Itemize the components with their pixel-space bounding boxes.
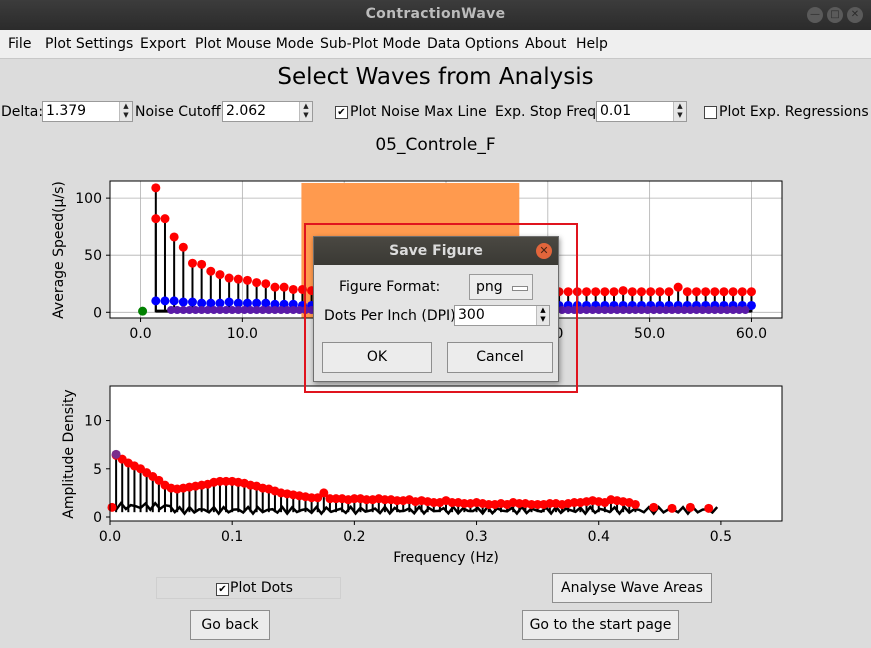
x-tick-label: 0.0	[99, 529, 121, 545]
figure-format-value: png	[476, 279, 503, 295]
save-figure-dialog: Save Figure ✕ Figure Format: png Dots Pe…	[313, 236, 559, 382]
start-page-button[interactable]: Go to the start page	[522, 610, 679, 640]
max-point	[630, 499, 640, 509]
min-point	[160, 296, 170, 306]
bottom-plot-x-ticks: 0.0 0.1 0.2 0.3 0.4 0.5	[99, 521, 732, 545]
option-menu-icon	[512, 286, 528, 291]
max-point	[618, 286, 628, 296]
bottom-plot-xlabel: Frequency (Hz)	[393, 550, 499, 566]
max-point	[197, 259, 207, 269]
edge-point	[107, 502, 117, 512]
max-point	[627, 287, 637, 297]
max-point	[682, 287, 692, 297]
max-point	[242, 275, 252, 285]
y-tick-label: 0	[93, 510, 102, 526]
max-point	[609, 287, 619, 297]
min-point	[224, 297, 234, 307]
max-point	[215, 270, 225, 280]
min-point	[187, 297, 197, 307]
max-point	[270, 282, 280, 292]
max-point	[591, 287, 601, 297]
max-point	[178, 242, 188, 252]
max-point	[728, 287, 738, 297]
max-point	[704, 503, 714, 513]
x-tick-label: 0.0	[129, 326, 151, 342]
go-back-button[interactable]: Go back	[190, 610, 270, 640]
max-point	[673, 282, 683, 292]
max-point	[160, 214, 170, 224]
max-point	[655, 287, 665, 297]
dpi-value: 300	[458, 307, 485, 323]
min-point	[151, 296, 161, 306]
bottom-plot-y-ticks: 0 5 10	[84, 414, 110, 526]
dpi-label: Dots Per Inch (DPI):	[324, 308, 461, 324]
max-point	[600, 287, 610, 297]
dpi-spinbox[interactable]: 300 ▲ ▼	[454, 305, 550, 326]
spin-arrows-icon[interactable]: ▲ ▼	[536, 306, 549, 325]
plot-dots-label: Plot Dots	[230, 580, 293, 596]
max-point	[685, 502, 695, 512]
max-point	[233, 274, 243, 284]
cancel-button[interactable]: Cancel	[447, 342, 553, 373]
bottom-plot-ylabel: Amplitude Density	[61, 389, 77, 518]
top-plot-ylabel: Average Speed(µ/s)	[51, 181, 67, 319]
max-point	[719, 287, 729, 297]
first-point	[111, 449, 121, 459]
max-point	[206, 266, 216, 276]
dialog-titlebar: Save Figure ✕	[314, 237, 558, 265]
max-point	[664, 287, 674, 297]
ok-button[interactable]: OK	[322, 342, 432, 373]
x-tick-label: 0.3	[465, 529, 487, 545]
top-plot-first-point	[138, 306, 148, 316]
y-tick-label: 10	[84, 414, 102, 430]
max-point	[252, 278, 262, 288]
x-tick-label: 0.5	[710, 529, 732, 545]
figure-format-label: Figure Format:	[339, 279, 441, 295]
max-point	[636, 287, 646, 297]
x-tick-label: 0.4	[588, 529, 610, 545]
y-tick-label: 100	[75, 191, 102, 207]
x-tick-label: 60.0	[736, 326, 767, 342]
y-tick-label: 5	[93, 462, 102, 478]
x-tick-label: 10.0	[227, 326, 258, 342]
analyse-wave-areas-button[interactable]: Analyse Wave Areas	[552, 573, 712, 603]
y-tick-label: 0	[93, 305, 102, 321]
x-tick-label: 0.2	[343, 529, 365, 545]
y-tick-label: 50	[84, 248, 102, 264]
figure-format-select[interactable]: png	[469, 274, 533, 300]
max-point	[224, 273, 234, 283]
max-point	[746, 287, 756, 297]
max-point	[151, 183, 161, 193]
max-point	[288, 284, 298, 294]
first-point	[138, 306, 148, 316]
max-point	[737, 287, 747, 297]
max-point	[279, 282, 289, 292]
max-point	[691, 287, 701, 297]
max-point	[649, 502, 659, 512]
max-point	[151, 214, 161, 224]
max-point	[667, 503, 677, 513]
max-point	[169, 232, 179, 242]
dialog-title: Save Figure	[389, 243, 483, 259]
base-point	[741, 306, 750, 315]
min-point	[178, 297, 188, 307]
max-point	[261, 279, 271, 289]
max-point	[187, 258, 197, 268]
dialog-close-icon[interactable]: ✕	[536, 243, 552, 259]
max-point	[710, 287, 720, 297]
plot-dots-checkbox[interactable]: ✔	[216, 583, 229, 596]
x-tick-label: 50.0	[634, 326, 665, 342]
x-tick-label: 0.1	[221, 529, 243, 545]
max-point	[701, 287, 711, 297]
max-point	[646, 287, 656, 297]
min-point	[169, 296, 179, 306]
top-plot-y-ticks: 0 50 100	[75, 191, 110, 321]
max-point	[582, 287, 592, 297]
